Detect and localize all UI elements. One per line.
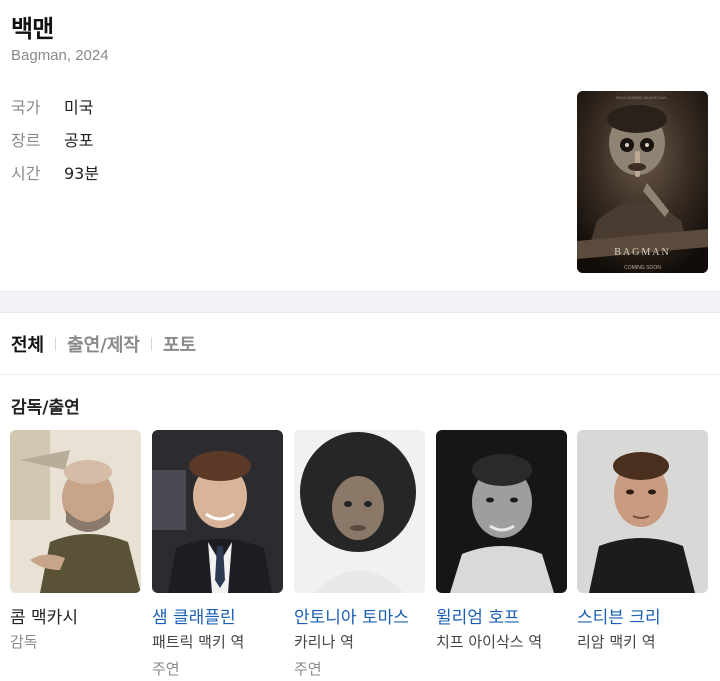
person-photo[interactable] (152, 430, 283, 593)
detail-label: 시간 (11, 163, 41, 183)
section-title-director-cast: 감독/출연 (11, 398, 80, 418)
person-role: 치프 아이삭스 역 (436, 633, 543, 651)
cast-card[interactable]: 안토니아 토마스 카리나 역 주연 (294, 430, 425, 679)
person-name-link[interactable]: 윌리엄 호프 (436, 603, 567, 625)
cast-card[interactable]: 윌리엄 호프 치프 아이삭스 역 (436, 430, 567, 652)
section-divider-band (0, 291, 720, 313)
person-name: 콤 맥카시 (10, 608, 78, 625)
detail-label: 장르 (11, 130, 41, 150)
person-photo-image (436, 430, 567, 593)
detail-value: 93분 (64, 163, 100, 183)
person-photo[interactable] (577, 430, 708, 593)
movie-poster[interactable]: BAGMAN COMING SOON ON A SATANIC BLACK DA… (577, 91, 708, 273)
person-billing: 주연 (294, 660, 322, 678)
tab-photos[interactable]: 포토 (163, 331, 196, 357)
tab-bar: 전체 출연/제작 포토 (0, 313, 720, 375)
detail-value: 미국 (64, 97, 94, 117)
person-photo[interactable] (294, 430, 425, 593)
person-role: 카리나 역 (294, 633, 354, 651)
person-name-link[interactable]: 안토니아 토마스 (294, 603, 425, 625)
person-photo[interactable] (436, 430, 567, 593)
detail-row-country: 국가 미국 (11, 89, 99, 122)
person-name-link[interactable]: 스티븐 크리 (577, 603, 708, 625)
cast-card[interactable]: 스티븐 크리 리암 맥키 역 (577, 430, 708, 652)
detail-label: 국가 (11, 97, 41, 117)
person-photo-image (294, 430, 425, 593)
person-role: 감독 (10, 633, 38, 651)
movie-subtitle: Bagman, 2024 (11, 47, 109, 64)
tab-all[interactable]: 전체 (11, 331, 44, 357)
cast-card[interactable]: 샘 클래플린 패트릭 맥키 역 주연 (152, 430, 283, 679)
detail-value: 공포 (64, 130, 94, 150)
person-photo-image (577, 430, 708, 593)
tab-separator (150, 336, 152, 351)
poster-title-text: BAGMAN (614, 247, 670, 258)
poster-image: BAGMAN COMING SOON ON A SATANIC BLACK DA… (577, 91, 708, 273)
detail-row-genre: 장르 공포 (11, 122, 99, 155)
person-name-link[interactable]: 샘 클래플린 (152, 603, 283, 625)
cast-card[interactable]: 콤 맥카시 감독 (10, 430, 141, 652)
poster-footer-text: COMING SOON (624, 265, 661, 271)
tab-separator (55, 336, 57, 351)
detail-row-runtime: 시간 93분 (11, 155, 99, 188)
movie-info-panel: 백맨 Bagman, 2024 국가 미국 장르 공포 시간 93분 BAGMA… (0, 0, 720, 291)
movie-title: 백맨 (11, 15, 54, 43)
person-billing: 주연 (152, 660, 180, 678)
person-photo[interactable] (10, 430, 141, 593)
poster-tagline-text: ON A SATANIC BLACK DAY... (616, 95, 669, 100)
movie-details: 국가 미국 장르 공포 시간 93분 (11, 89, 99, 188)
person-role: 리암 맥키 역 (577, 633, 656, 651)
person-photo-image (10, 430, 141, 593)
tab-cast-crew[interactable]: 출연/제작 (67, 331, 140, 357)
person-role: 패트릭 맥키 역 (152, 633, 245, 651)
person-photo-image (152, 430, 283, 593)
